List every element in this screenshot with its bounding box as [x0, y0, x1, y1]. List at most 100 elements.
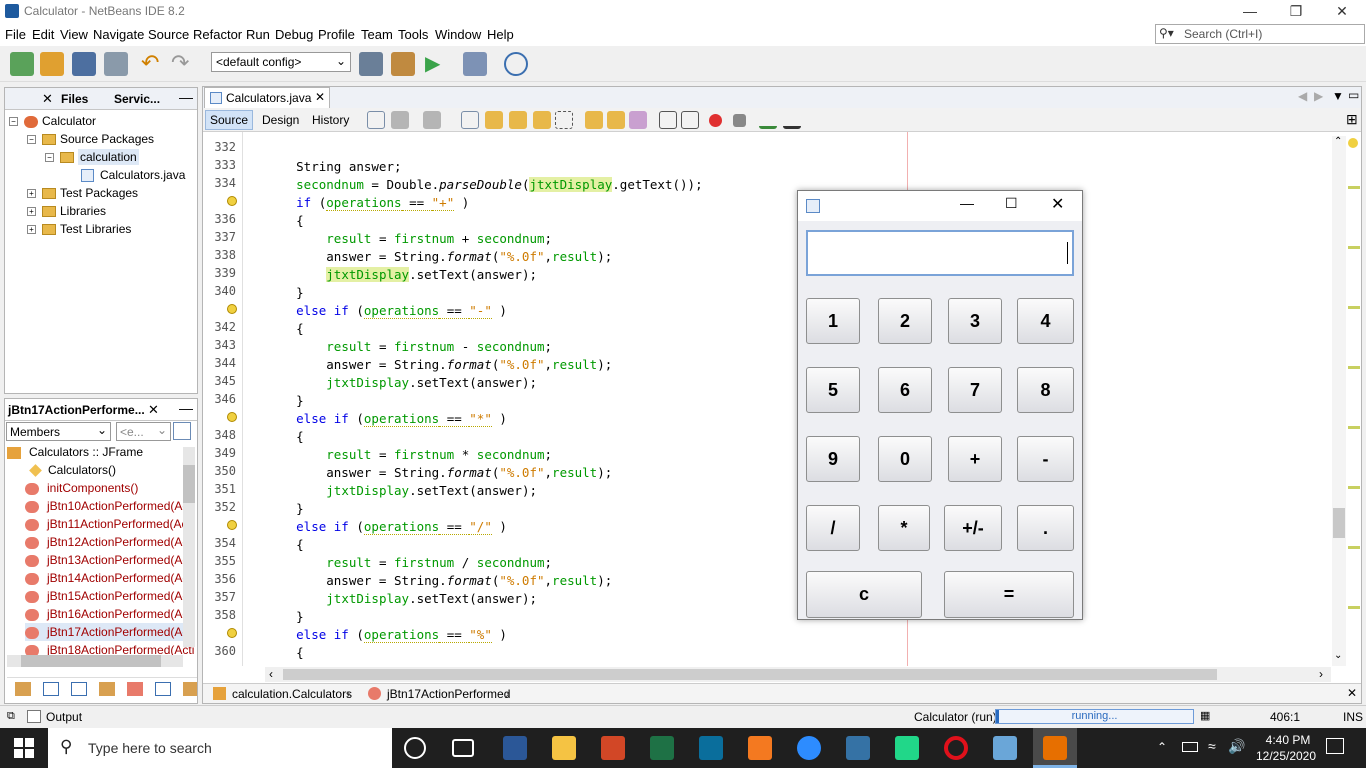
file-explorer-icon[interactable]	[552, 736, 576, 760]
find-next-icon[interactable]	[509, 111, 527, 129]
filter-nonpublic-icon[interactable]	[71, 682, 87, 696]
btn-clear[interactable]: c	[806, 571, 922, 618]
filter-sort-icon[interactable]	[155, 682, 171, 696]
app-icon[interactable]	[699, 736, 723, 760]
nav-member-item[interactable]: jBtn13ActionPerformed(Acti	[25, 551, 194, 569]
expand-icon[interactable]: +	[27, 207, 36, 217]
collapse-icon[interactable]: −	[45, 153, 54, 163]
forward-icon[interactable]	[423, 111, 441, 129]
menu-edit[interactable]: Edit	[32, 27, 54, 42]
close-button[interactable]: ✕	[1319, 0, 1365, 24]
hscroll-thumb[interactable]	[21, 655, 161, 667]
toggle-highlight-icon[interactable]	[533, 111, 551, 129]
nav-member-item[interactable]: initComponents()	[25, 479, 138, 497]
config-select[interactable]: <default config> ⌄	[211, 52, 351, 72]
nav-member-item-selected[interactable]: jBtn17ActionPerformed(Acti	[25, 623, 195, 641]
split-editor-icon[interactable]: ⊞	[1346, 111, 1358, 128]
scroll-down-icon[interactable]: ⌄	[1334, 650, 1342, 661]
menu-tools[interactable]: Tools	[398, 27, 428, 42]
editor-scrollbar[interactable]: ⌃ ⌄	[1332, 136, 1346, 666]
tab-list-icon[interactable]: ▼	[1332, 89, 1344, 103]
battery-icon[interactable]	[1182, 742, 1198, 752]
tree-item-calculator[interactable]: − Calculator	[9, 112, 96, 130]
btn-1[interactable]: 1	[806, 298, 860, 344]
menu-run[interactable]: Run	[246, 27, 270, 42]
powerpoint-icon[interactable]	[601, 736, 625, 760]
scroll-left-icon[interactable]: ‹	[269, 667, 273, 681]
close-tab-icon[interactable]: ✕	[148, 402, 159, 418]
zoom-icon[interactable]	[797, 736, 821, 760]
menu-view[interactable]: View	[60, 27, 88, 42]
warning-icon[interactable]	[227, 412, 237, 422]
search-box[interactable]: ⚲▾ Search (Ctrl+I)	[1155, 24, 1365, 44]
undo-icon[interactable]: ↶	[141, 52, 165, 76]
taskbar-search[interactable]: ⚲ Type here to search	[48, 728, 392, 768]
collapse-icon[interactable]: −	[27, 135, 36, 145]
tab-files[interactable]: Files	[61, 92, 88, 106]
btn-4[interactable]: 4	[1017, 298, 1074, 344]
nav-settings-icon[interactable]	[173, 422, 191, 440]
btn-minus[interactable]: -	[1017, 436, 1074, 482]
filter-more-icon[interactable]	[183, 682, 197, 696]
tab-services[interactable]: Servic...	[114, 92, 160, 106]
toggle-bookmark-icon[interactable]	[629, 111, 647, 129]
collapse-icon[interactable]: −	[9, 117, 18, 127]
back-icon[interactable]	[391, 111, 409, 129]
scroll-thumb[interactable]	[183, 465, 195, 503]
tree-item-libraries[interactable]: + Libraries	[27, 202, 106, 220]
task-view-icon[interactable]	[452, 739, 474, 757]
calculator-display[interactable]	[806, 230, 1074, 276]
menu-file[interactable]: File	[5, 27, 26, 42]
next-bookmark-icon[interactable]	[607, 111, 625, 129]
new-file-icon[interactable]	[10, 52, 34, 76]
last-edit-icon[interactable]	[367, 111, 385, 129]
opera-icon[interactable]	[944, 736, 968, 760]
menu-help[interactable]: Help	[487, 27, 514, 42]
new-project-icon[interactable]	[40, 52, 64, 76]
output-tab[interactable]: Output	[46, 710, 82, 724]
error-stripe[interactable]	[1348, 136, 1360, 666]
nav-member-item[interactable]: jBtn10ActionPerformed(Acti	[25, 497, 194, 515]
cortana-icon[interactable]	[404, 737, 426, 759]
tree-item-calculators-java[interactable]: Calculators.java	[81, 166, 185, 184]
tab-source[interactable]: Source	[205, 110, 253, 130]
tree-item-source-packages[interactable]: − Source Packages	[27, 130, 154, 148]
warning-icon[interactable]	[227, 196, 237, 206]
prev-bookmark-icon[interactable]	[585, 111, 603, 129]
menu-team[interactable]: Team	[361, 27, 393, 42]
btn-decimal[interactable]: .	[1017, 505, 1074, 551]
profile-icon[interactable]	[504, 52, 528, 76]
filter-inner-icon[interactable]	[99, 682, 115, 696]
run-icon[interactable]: ▶	[425, 52, 449, 76]
btn-plus[interactable]: +	[948, 436, 1002, 482]
debug-icon[interactable]	[463, 52, 487, 76]
scroll-right-icon[interactable]: ›	[1319, 667, 1323, 681]
tab-calculators-java[interactable]: Calculators.java ✕	[204, 87, 330, 108]
maximize-editor-icon[interactable]: ▭	[1348, 88, 1359, 102]
record-macro-icon[interactable]	[709, 114, 722, 127]
tree-item-calculation[interactable]: − calculation	[45, 148, 139, 166]
btn-5[interactable]: 5	[806, 367, 860, 413]
menu-window[interactable]: Window	[435, 27, 481, 42]
expand-icon[interactable]: +	[27, 189, 36, 199]
hscroll-thumb[interactable]	[283, 669, 1217, 680]
menu-source[interactable]: Source	[148, 27, 189, 42]
nav-member-item[interactable]: jBtn11ActionPerformed(Acti	[25, 515, 194, 533]
minimize-button[interactable]: —	[1227, 0, 1273, 24]
filter-inherited-icon[interactable]	[127, 682, 143, 696]
restore-button[interactable]: ❐	[1273, 0, 1319, 24]
pycharm-icon[interactable]	[895, 736, 919, 760]
python-icon[interactable]	[846, 736, 870, 760]
filter-fields-icon[interactable]	[15, 682, 31, 696]
tree-item-test-libraries[interactable]: + Test Libraries	[27, 220, 131, 238]
editor-hscrollbar[interactable]: ‹ ›	[265, 667, 1331, 682]
tree-item-test-packages[interactable]: + Test Packages	[27, 184, 138, 202]
cancel-progress-icon[interactable]: ▦	[1200, 709, 1210, 722]
menu-profile[interactable]: Profile	[318, 27, 355, 42]
breadcrumb-method[interactable]: jBtn17ActionPerformed	[387, 687, 510, 701]
scroll-up-icon[interactable]: ⌃	[1334, 136, 1342, 147]
chevron-up-icon[interactable]: ⌃	[1157, 740, 1167, 754]
members-select[interactable]: Members ⌄	[6, 422, 111, 441]
find-icon[interactable]	[461, 111, 479, 129]
excel-icon[interactable]	[650, 736, 674, 760]
